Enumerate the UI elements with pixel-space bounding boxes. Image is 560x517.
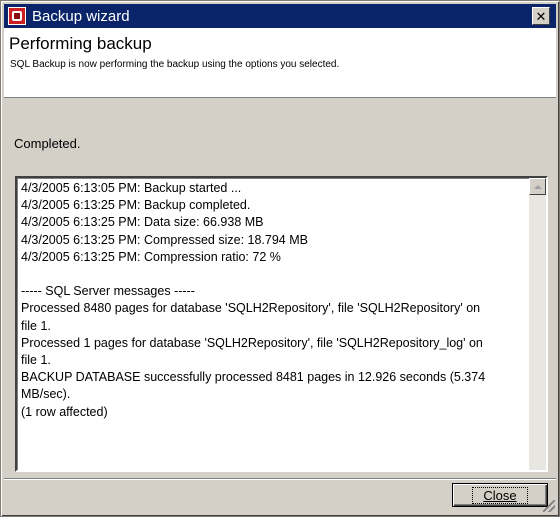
status-text: Completed. <box>14 136 81 151</box>
close-button-label: Close <box>472 486 528 504</box>
resize-grip-icon[interactable] <box>543 500 555 512</box>
log-text: 4/3/2005 6:13:05 PM: Backup started ... … <box>21 181 486 419</box>
backup-app-icon <box>8 7 26 25</box>
close-button[interactable]: Close <box>452 483 548 507</box>
close-icon: ✕ <box>535 8 547 24</box>
title-close-button[interactable]: ✕ <box>532 7 550 25</box>
backup-wizard-window: Backup wizard ✕ Performing backup SQL Ba… <box>0 0 560 517</box>
page-title: Performing backup <box>9 34 152 53</box>
arrow-up-icon <box>533 184 542 189</box>
window-title: Backup wizard <box>32 7 130 25</box>
vertical-scrollbar[interactable] <box>529 178 546 470</box>
title-bar[interactable]: Backup wizard ✕ <box>4 4 556 28</box>
page-description: SQL Backup is now performing the backup … <box>10 59 340 70</box>
footer-divider <box>4 478 556 480</box>
scroll-up-button[interactable] <box>529 178 546 195</box>
backup-log-textbox[interactable]: 4/3/2005 6:13:05 PM: Backup started ... … <box>15 176 548 472</box>
wizard-header: Performing backup SQL Backup is now perf… <box>4 28 556 98</box>
